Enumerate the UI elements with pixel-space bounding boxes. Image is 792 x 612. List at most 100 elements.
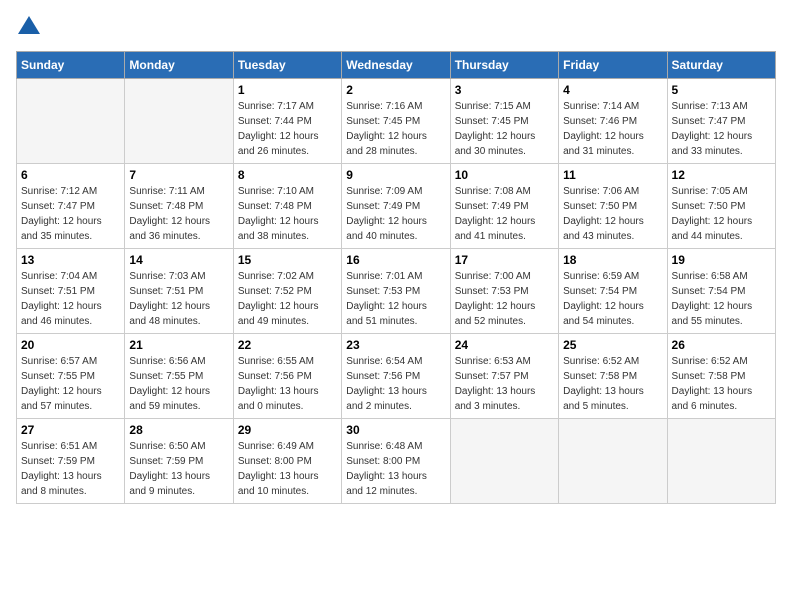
- day-info: Sunrise: 7:01 AMSunset: 7:53 PMDaylight:…: [346, 269, 445, 329]
- day-info: Sunrise: 7:11 AMSunset: 7:48 PMDaylight:…: [129, 184, 228, 244]
- page-header: [16, 16, 776, 39]
- calendar-cell: 7Sunrise: 7:11 AMSunset: 7:48 PMDaylight…: [125, 164, 233, 249]
- calendar-cell: 5 Sunrise: 7:13 AMSunset: 7:47 PMDaylight…: [667, 79, 775, 164]
- day-header-sunday: Sunday: [17, 52, 125, 79]
- calendar-cell: 12 Sunrise: 7:05 AMSunset: 7:50 PMDayligh…: [667, 164, 775, 249]
- day-number: 27: [21, 423, 120, 437]
- calendar-cell: 6 Sunrise: 7:12 AMSunset: 7:47 PMDaylight…: [17, 164, 125, 249]
- day-number: 30: [346, 423, 445, 437]
- calendar-cell: 3 Sunrise: 7:15 AMSunset: 7:45 PMDaylight…: [450, 79, 558, 164]
- day-info: Sunrise: 7:13 AMSunset: 7:47 PMDaylight:…: [672, 99, 771, 159]
- day-number: 26: [672, 338, 771, 352]
- calendar-cell: 15 Sunrise: 7:02 AMSunset: 7:52 PMDayligh…: [233, 249, 341, 334]
- day-info: Sunrise: 6:52 AMSunset: 7:58 PMDaylight:…: [563, 354, 662, 414]
- logo: [16, 16, 40, 39]
- day-info: Sunrise: 6:56 AMSunset: 7:55 PMDaylight:…: [129, 354, 228, 414]
- day-number: 13: [21, 253, 120, 267]
- day-number: 4: [563, 83, 662, 97]
- calendar-cell: [559, 419, 667, 504]
- calendar-cell: 9 Sunrise: 7:09 AMSunset: 7:49 PMDaylight…: [342, 164, 450, 249]
- day-info: Sunrise: 7:02 AMSunset: 7:52 PMDaylight:…: [238, 269, 337, 329]
- day-number: 11: [563, 168, 662, 182]
- day-number: 3: [455, 83, 554, 97]
- day-info: Sunrise: 7:16 AMSunset: 7:45 PMDaylight:…: [346, 99, 445, 159]
- day-number: 8: [238, 168, 337, 182]
- day-info: Sunrise: 7:04 AMSunset: 7:51 PMDaylight:…: [21, 269, 120, 329]
- calendar-cell: 10 Sunrise: 7:08 AMSunset: 7:49 PMDayligh…: [450, 164, 558, 249]
- day-info: Sunrise: 6:54 AMSunset: 7:56 PMDaylight:…: [346, 354, 445, 414]
- calendar-cell: 30 Sunrise: 6:48 AMSunset: 8:00 PMDayligh…: [342, 419, 450, 504]
- day-info: Sunrise: 7:05 AMSunset: 7:50 PMDaylight:…: [672, 184, 771, 244]
- day-info: Sunrise: 6:55 AMSunset: 7:56 PMDaylight:…: [238, 354, 337, 414]
- day-header-wednesday: Wednesday: [342, 52, 450, 79]
- day-header-friday: Friday: [559, 52, 667, 79]
- calendar-cell: 4 Sunrise: 7:14 AMSunset: 7:46 PMDaylight…: [559, 79, 667, 164]
- day-info: Sunrise: 7:17 AMSunset: 7:44 PMDaylight:…: [238, 99, 337, 159]
- calendar-week-row: 27 Sunrise: 6:51 AMSunset: 7:59 PMDayligh…: [17, 419, 776, 504]
- calendar-cell: 21 Sunrise: 6:56 AMSunset: 7:55 PMDayligh…: [125, 334, 233, 419]
- day-info: Sunrise: 7:03 AMSunset: 7:51 PMDaylight:…: [129, 269, 228, 329]
- logo-icon: [18, 16, 40, 34]
- day-info: Sunrise: 7:08 AMSunset: 7:49 PMDaylight:…: [455, 184, 554, 244]
- day-number: 1: [238, 83, 337, 97]
- day-info: Sunrise: 6:52 AMSunset: 7:58 PMDaylight:…: [672, 354, 771, 414]
- calendar-cell: 22 Sunrise: 6:55 AMSunset: 7:56 PMDayligh…: [233, 334, 341, 419]
- calendar-cell: 17Sunrise: 7:00 AMSunset: 7:53 PMDayligh…: [450, 249, 558, 334]
- calendar-cell: [667, 419, 775, 504]
- day-number: 20: [21, 338, 120, 352]
- day-info: Sunrise: 6:50 AMSunset: 7:59 PMDaylight:…: [129, 439, 228, 499]
- calendar-cell: 8 Sunrise: 7:10 AMSunset: 7:48 PMDaylight…: [233, 164, 341, 249]
- day-number: 10: [455, 168, 554, 182]
- calendar-cell: 14 Sunrise: 7:03 AMSunset: 7:51 PMDayligh…: [125, 249, 233, 334]
- day-info: Sunrise: 6:48 AMSunset: 8:00 PMDaylight:…: [346, 439, 445, 499]
- logo-text: [16, 16, 40, 39]
- day-info: Sunrise: 6:49 AMSunset: 8:00 PMDaylight:…: [238, 439, 337, 499]
- day-number: 23: [346, 338, 445, 352]
- day-number: 9: [346, 168, 445, 182]
- calendar-header-row: SundayMondayTuesdayWednesdayThursdayFrid…: [17, 52, 776, 79]
- day-number: 24: [455, 338, 554, 352]
- calendar-cell: [17, 79, 125, 164]
- day-info: Sunrise: 7:10 AMSunset: 7:48 PMDaylight:…: [238, 184, 337, 244]
- calendar-cell: 11 Sunrise: 7:06 AMSunset: 7:50 PMDayligh…: [559, 164, 667, 249]
- day-number: 14: [129, 253, 228, 267]
- day-number: 16: [346, 253, 445, 267]
- day-header-saturday: Saturday: [667, 52, 775, 79]
- calendar-cell: 24 Sunrise: 6:53 AMSunset: 7:57 PMDayligh…: [450, 334, 558, 419]
- day-info: Sunrise: 7:15 AMSunset: 7:45 PMDaylight:…: [455, 99, 554, 159]
- calendar-cell: 27 Sunrise: 6:51 AMSunset: 7:59 PMDayligh…: [17, 419, 125, 504]
- day-info: Sunrise: 7:14 AMSunset: 7:46 PMDaylight:…: [563, 99, 662, 159]
- day-number: 18: [563, 253, 662, 267]
- calendar-cell: 20 Sunrise: 6:57 AMSunset: 7:55 PMDayligh…: [17, 334, 125, 419]
- day-header-monday: Monday: [125, 52, 233, 79]
- calendar-cell: [450, 419, 558, 504]
- calendar-cell: 16 Sunrise: 7:01 AMSunset: 7:53 PMDayligh…: [342, 249, 450, 334]
- calendar-cell: 2Sunrise: 7:16 AMSunset: 7:45 PMDaylight…: [342, 79, 450, 164]
- calendar-cell: 26 Sunrise: 6:52 AMSunset: 7:58 PMDayligh…: [667, 334, 775, 419]
- day-header-thursday: Thursday: [450, 52, 558, 79]
- calendar-cell: 28 Sunrise: 6:50 AMSunset: 7:59 PMDayligh…: [125, 419, 233, 504]
- day-info: Sunrise: 6:51 AMSunset: 7:59 PMDaylight:…: [21, 439, 120, 499]
- day-info: Sunrise: 7:09 AMSunset: 7:49 PMDaylight:…: [346, 184, 445, 244]
- day-number: 15: [238, 253, 337, 267]
- calendar-week-row: 1 Sunrise: 7:17 AMSunset: 7:44 PMDaylight…: [17, 79, 776, 164]
- calendar-cell: 23 Sunrise: 6:54 AMSunset: 7:56 PMDayligh…: [342, 334, 450, 419]
- day-number: 6: [21, 168, 120, 182]
- day-number: 17: [455, 253, 554, 267]
- day-info: Sunrise: 6:58 AMSunset: 7:54 PMDaylight:…: [672, 269, 771, 329]
- calendar-week-row: 20 Sunrise: 6:57 AMSunset: 7:55 PMDayligh…: [17, 334, 776, 419]
- day-info: Sunrise: 7:12 AMSunset: 7:47 PMDaylight:…: [21, 184, 120, 244]
- calendar-table: SundayMondayTuesdayWednesdayThursdayFrid…: [16, 51, 776, 504]
- calendar-week-row: 13 Sunrise: 7:04 AMSunset: 7:51 PMDayligh…: [17, 249, 776, 334]
- day-number: 5: [672, 83, 771, 97]
- day-number: 25: [563, 338, 662, 352]
- day-number: 22: [238, 338, 337, 352]
- day-info: Sunrise: 6:57 AMSunset: 7:55 PMDaylight:…: [21, 354, 120, 414]
- day-number: 21: [129, 338, 228, 352]
- day-info: Sunrise: 7:06 AMSunset: 7:50 PMDaylight:…: [563, 184, 662, 244]
- day-header-tuesday: Tuesday: [233, 52, 341, 79]
- day-number: 28: [129, 423, 228, 437]
- day-info: Sunrise: 6:53 AMSunset: 7:57 PMDaylight:…: [455, 354, 554, 414]
- day-number: 12: [672, 168, 771, 182]
- day-number: 29: [238, 423, 337, 437]
